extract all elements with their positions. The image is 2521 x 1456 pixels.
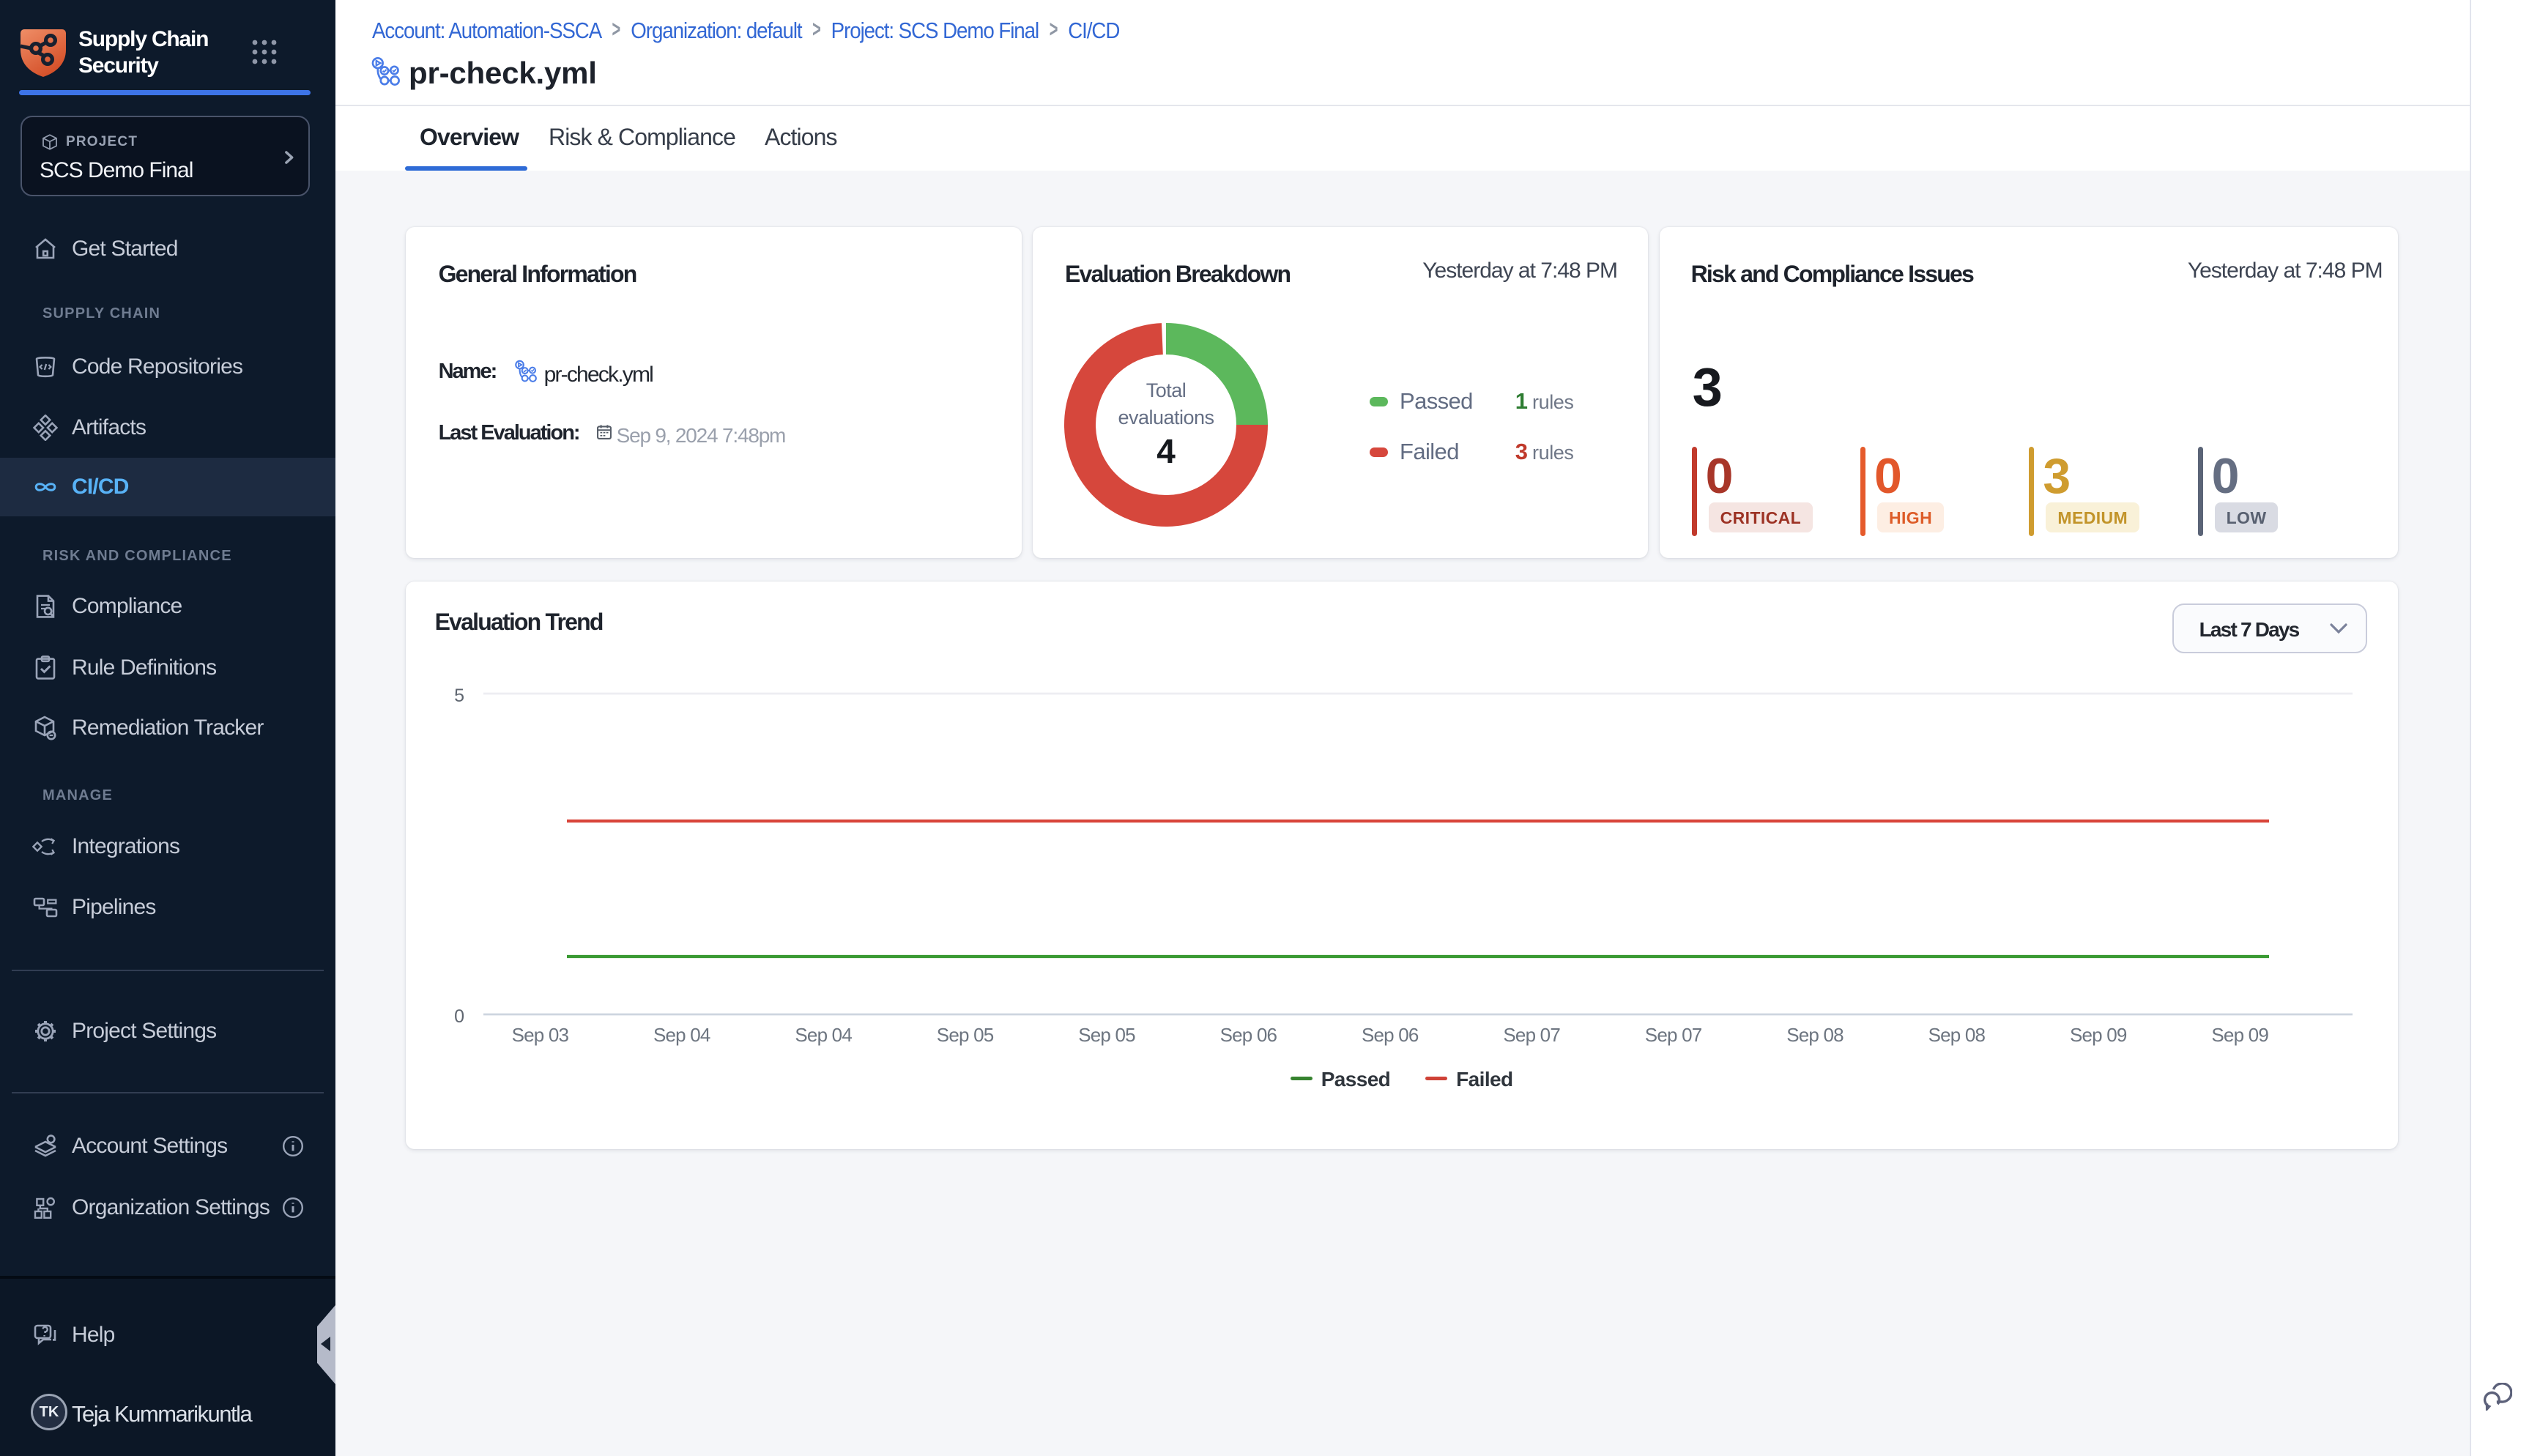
svg-text:Sep 05: Sep 05 <box>936 1024 993 1046</box>
svg-text:Sep 08: Sep 08 <box>1928 1024 1985 1046</box>
svg-text:Sep 06: Sep 06 <box>1219 1024 1277 1046</box>
svg-text:Sep 07: Sep 07 <box>1644 1024 1701 1046</box>
svg-text:0: 0 <box>454 1006 464 1027</box>
svg-text:5: 5 <box>454 686 464 706</box>
svg-text:Sep 08: Sep 08 <box>1786 1024 1844 1046</box>
svg-text:Sep 03: Sep 03 <box>511 1024 568 1046</box>
svg-text:Sep 09: Sep 09 <box>2211 1024 2268 1046</box>
svg-text:Sep 04: Sep 04 <box>795 1024 852 1046</box>
svg-text:Sep 09: Sep 09 <box>2070 1024 2127 1046</box>
svg-text:Sep 04: Sep 04 <box>653 1024 710 1046</box>
svg-text:Sep 07: Sep 07 <box>1503 1024 1560 1046</box>
svg-text:Sep 06: Sep 06 <box>1362 1024 1419 1046</box>
svg-text:Sep 05: Sep 05 <box>1078 1024 1135 1046</box>
